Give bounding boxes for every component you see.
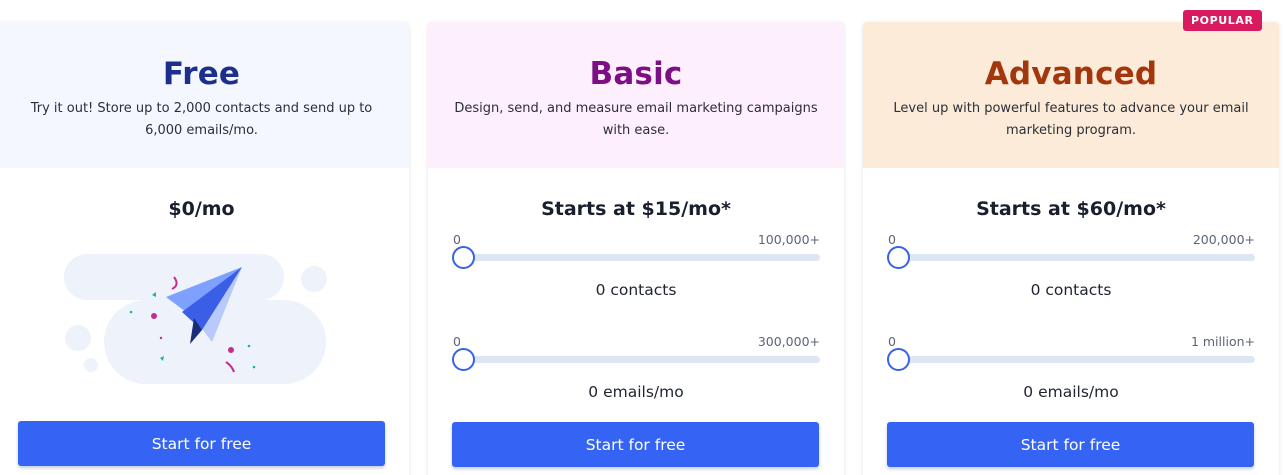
slider-thumb[interactable] bbox=[452, 348, 475, 371]
start-free-button[interactable]: Start for free bbox=[18, 421, 385, 466]
slider-track[interactable] bbox=[887, 246, 1255, 269]
slider-track[interactable] bbox=[452, 246, 820, 269]
emails-value: 0 emails/mo bbox=[588, 383, 684, 401]
contacts-value: 0 contacts bbox=[595, 281, 677, 299]
plan-title: Free bbox=[162, 56, 241, 92]
plan-header-basic: Basic Design, send, and measure email ma… bbox=[428, 22, 844, 168]
plan-price: Starts at $15/mo* bbox=[541, 198, 731, 220]
start-free-button[interactable]: Start for free bbox=[887, 422, 1254, 467]
plan-card-free: Free Try it out! Store up to 2,000 conta… bbox=[0, 22, 409, 475]
plan-title: Basic bbox=[589, 56, 683, 92]
contacts-slider: 0 200,000+ 0 contacts bbox=[887, 232, 1255, 324]
plan-header-free: Free Try it out! Store up to 2,000 conta… bbox=[0, 22, 409, 168]
slider-max-label: 300,000+ bbox=[757, 334, 820, 349]
slider-max-label: 1 million+ bbox=[1190, 334, 1255, 349]
slider-track[interactable] bbox=[452, 348, 820, 371]
slider-thumb[interactable] bbox=[452, 246, 475, 269]
plan-description: Try it out! Store up to 2,000 contacts a… bbox=[30, 101, 373, 138]
plan-card-basic: Basic Design, send, and measure email ma… bbox=[428, 22, 844, 475]
plan-price: $0/mo bbox=[168, 198, 235, 220]
slider-track[interactable] bbox=[887, 348, 1255, 371]
plan-header-advanced: Advanced Level up with powerful features… bbox=[863, 22, 1279, 168]
plan-description: Design, send, and measure email marketin… bbox=[454, 101, 818, 138]
contacts-value: 0 contacts bbox=[1030, 281, 1112, 299]
pricing-section: Free Try it out! Store up to 2,000 conta… bbox=[0, 0, 1283, 475]
contacts-slider: 0 100,000+ 0 contacts bbox=[452, 232, 820, 324]
plan-title: Advanced bbox=[984, 56, 1158, 92]
plan-card-advanced: Advanced Level up with powerful features… bbox=[863, 22, 1279, 475]
slider-thumb[interactable] bbox=[887, 348, 910, 371]
emails-value: 0 emails/mo bbox=[1023, 383, 1119, 401]
plan-price: Starts at $60/mo* bbox=[976, 198, 1166, 220]
slider-max-label: 100,000+ bbox=[757, 232, 820, 247]
emails-slider: 0 300,000+ 0 emails/mo bbox=[452, 334, 820, 426]
slider-thumb[interactable] bbox=[887, 246, 910, 269]
plan-description: Level up with powerful features to advan… bbox=[893, 101, 1249, 138]
emails-slider: 0 1 million+ 0 emails/mo bbox=[887, 334, 1255, 426]
paper-plane-icon bbox=[64, 254, 327, 384]
slider-max-label: 200,000+ bbox=[1192, 232, 1255, 247]
start-free-button[interactable]: Start for free bbox=[452, 422, 819, 467]
popular-badge: POPULAR bbox=[1183, 10, 1262, 31]
